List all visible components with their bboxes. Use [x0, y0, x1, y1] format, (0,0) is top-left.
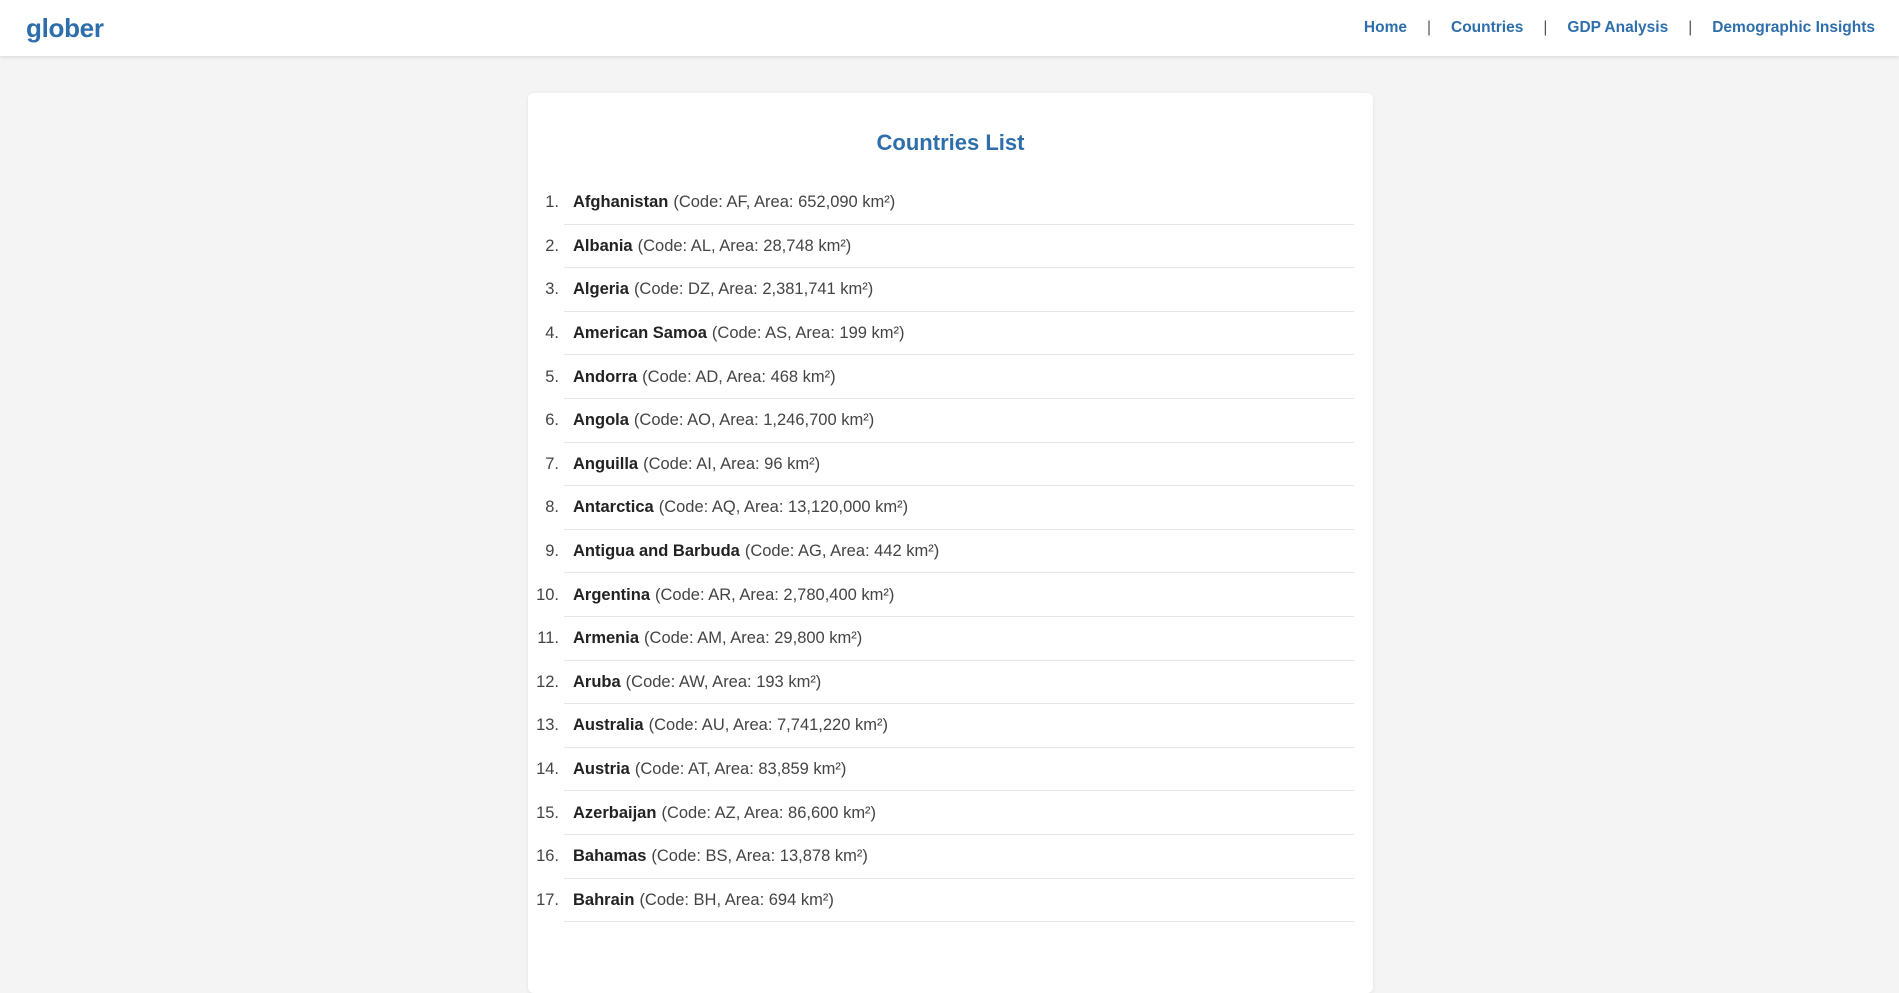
item-number: 16. — [536, 847, 559, 866]
item-number: 2. — [545, 236, 559, 255]
item-number: 9. — [545, 542, 559, 561]
item-number: 10. — [536, 585, 559, 604]
country-name: Angola — [573, 411, 629, 430]
country-list-item: 5. Andorra (Code: AD, Area: 468 km²) — [545, 355, 1354, 399]
nav-home-link[interactable]: Home — [1364, 18, 1407, 38]
country-list-item: 9. Antigua and Barbuda (Code: AG, Area: 44… — [545, 530, 1354, 574]
country-name: Aruba — [573, 672, 621, 691]
countries-card: Countries List 1. Afghanistan (Code: AF, A… — [528, 93, 1373, 993]
country-name: American Samoa — [573, 324, 707, 343]
country-details: (Code: BH, Area: 694 km²) — [639, 890, 834, 909]
country-details: (Code: AF, Area: 652,090 km²) — [673, 193, 896, 212]
country-name: Algeria — [573, 280, 629, 299]
country-details: (Code: AS, Area: 199 km²) — [711, 324, 905, 343]
country-name: Anguilla — [573, 454, 639, 473]
country-list-item: 8. Antarctica (Code: AQ, Area: 13,120,000 … — [545, 486, 1354, 530]
country-list-item: 11. Armenia (Code: AM, Area: 29,800 km²) — [537, 617, 1354, 661]
nav-links: Home | Countries | GDP Analysis | Demogr… — [1364, 18, 1875, 38]
country-name: Bahrain — [573, 890, 635, 909]
country-details: (Code: AT, Area: 83,859 km²) — [634, 760, 847, 779]
country-name: Afghanistan — [573, 193, 669, 212]
country-name: Antigua and Barbuda — [573, 542, 740, 561]
country-details: (Code: AI, Area: 96 km²) — [643, 454, 821, 473]
nav-countries-link[interactable]: Countries — [1451, 18, 1523, 38]
country-list-item: 14. Austria (Code: AT, Area: 83,859 km²) — [536, 748, 1354, 792]
country-name: Austria — [573, 760, 630, 779]
nav-separator: | — [1426, 19, 1432, 36]
country-list-item: 17. Bahrain (Code: BH, Area: 694 km²) — [536, 879, 1354, 923]
nav-gdp-analysis-link[interactable]: GDP Analysis — [1567, 18, 1668, 38]
country-list-item: 10. Argentina (Code: AR, Area: 2,780,400 k… — [536, 573, 1354, 617]
item-number: 14. — [536, 760, 559, 779]
item-number: 11. — [537, 629, 559, 648]
item-number: 4. — [545, 324, 559, 343]
item-number: 3. — [545, 280, 559, 299]
nav-separator: | — [1543, 19, 1548, 36]
country-list-item: 13. Australia (Code: AU, Area: 7,741,220 k… — [536, 704, 1354, 748]
country-name: Armenia — [573, 629, 640, 648]
country-name: Andorra — [573, 367, 638, 386]
country-list-item: 12. Aruba (Code: AW, Area: 193 km²) — [536, 661, 1354, 705]
nav-separator: | — [1688, 19, 1693, 36]
item-number: 5. — [545, 367, 559, 386]
nav-demographic-insights-link[interactable]: Demographic Insights — [1712, 18, 1875, 38]
country-list-item: 15. Azerbaijan (Code: AZ, Area: 86,600 km²… — [536, 791, 1354, 835]
country-details: (Code: AQ, Area: 13,120,000 km²) — [658, 498, 909, 517]
country-list-item: 4. American Samoa (Code: AS, Area: 199 km²… — [545, 312, 1354, 356]
country-list-item: 3. Algeria (Code: DZ, Area: 2,381,741 km²) — [545, 268, 1354, 312]
country-details: (Code: BS, Area: 13,878 km²) — [651, 847, 868, 866]
country-details: (Code: AW, Area: 193 km²) — [625, 672, 822, 691]
item-number: 13. — [536, 716, 559, 735]
item-number: 1. — [545, 193, 559, 212]
country-name: Albania — [573, 236, 633, 255]
country-details: (Code: AU, Area: 7,741,220 km²) — [648, 716, 888, 735]
country-list-item: 1. Afghanistan (Code: AF, Area: 652,090 km… — [545, 181, 1354, 225]
country-name: Azerbaijan — [573, 803, 657, 822]
page-title: Countries List — [876, 130, 1025, 155]
country-name: Australia — [573, 716, 644, 735]
country-details: (Code: AG, Area: 442 km²) — [744, 542, 940, 561]
country-details: (Code: AZ, Area: 86,600 km²) — [661, 803, 877, 822]
country-list-item: 16. Bahamas (Code: BS, Area: 13,878 km²) — [536, 835, 1354, 879]
item-number: 8. — [545, 498, 559, 517]
country-details: (Code: AM, Area: 29,800 km²) — [644, 629, 863, 648]
item-number: 15. — [536, 803, 559, 822]
country-name: Bahamas — [573, 847, 647, 866]
country-list-item: 6. Angola (Code: AO, Area: 1,246,700 km²) — [545, 399, 1354, 443]
item-number: 7. — [545, 454, 559, 473]
item-number: 17. — [536, 890, 559, 909]
country-details: (Code: DZ, Area: 2,381,741 km²) — [633, 280, 874, 299]
top-navbar: glober Home | Countries | GDP Analysis |… — [0, 0, 1899, 56]
country-name: Argentina — [573, 585, 651, 604]
countries-list: 1. Afghanistan (Code: AF, Area: 652,090 km… — [536, 181, 1354, 923]
country-list-item: 7. Anguilla (Code: AI, Area: 96 km²) — [545, 443, 1354, 487]
country-name: Antarctica — [573, 498, 654, 517]
country-list-item: 2. Albania (Code: AL, Area: 28,748 km²) — [545, 225, 1354, 269]
item-number: 6. — [545, 411, 559, 430]
country-details: (Code: AR, Area: 2,780,400 km²) — [655, 585, 895, 604]
country-details: (Code: AD, Area: 468 km²) — [642, 367, 836, 386]
country-details: (Code: AL, Area: 28,748 km²) — [637, 236, 852, 255]
brand-logo[interactable]: glober — [26, 12, 104, 44]
item-number: 12. — [536, 672, 559, 691]
country-details: (Code: AO, Area: 1,246,700 km²) — [633, 411, 875, 430]
